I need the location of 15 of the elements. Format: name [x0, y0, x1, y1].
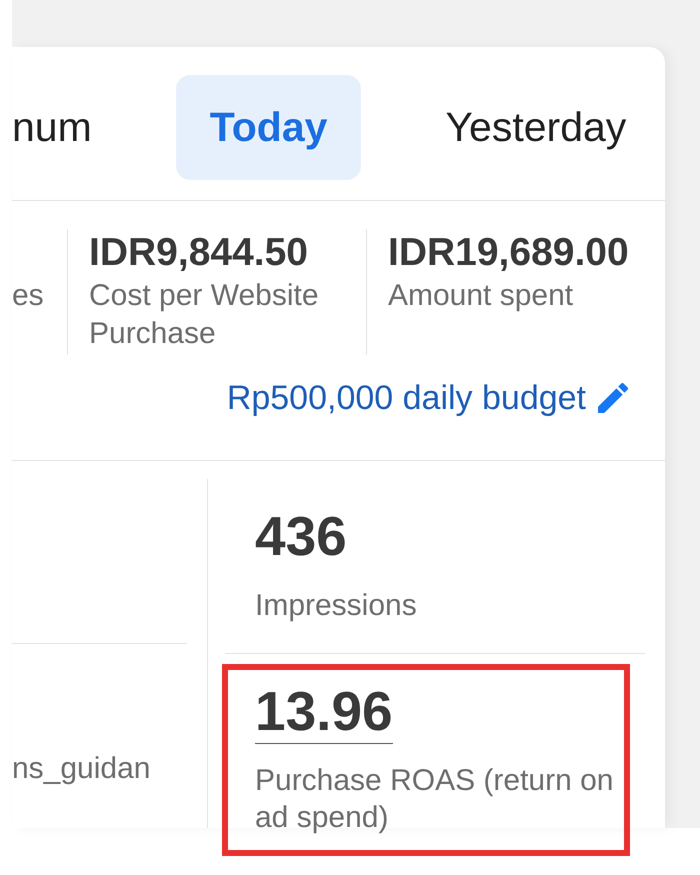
metric-label: ns_guidan [12, 751, 152, 787]
date-tab[interactable]: Today [176, 75, 362, 180]
metric-label: Cost per Website Purchase [89, 278, 320, 352]
pencil-icon [598, 383, 628, 413]
metric-value: IDR19,689.00 [388, 230, 630, 276]
metric-label: es [12, 278, 45, 314]
metric-label: Amount spent [388, 278, 574, 314]
metric-value: IDR9,844.50 [89, 230, 309, 276]
date-tab[interactable]: Yesterday [411, 75, 660, 180]
metric-label: Impressions [255, 588, 418, 624]
metric-value: 13.96 [255, 681, 393, 744]
date-tab[interactable]: num [12, 75, 126, 180]
metric-value: 436 [255, 506, 347, 569]
metric-label: Purchase ROAS (return on ad spend) [255, 763, 614, 836]
budget-link[interactable]: Rp500,000 daily budget [226, 377, 628, 419]
